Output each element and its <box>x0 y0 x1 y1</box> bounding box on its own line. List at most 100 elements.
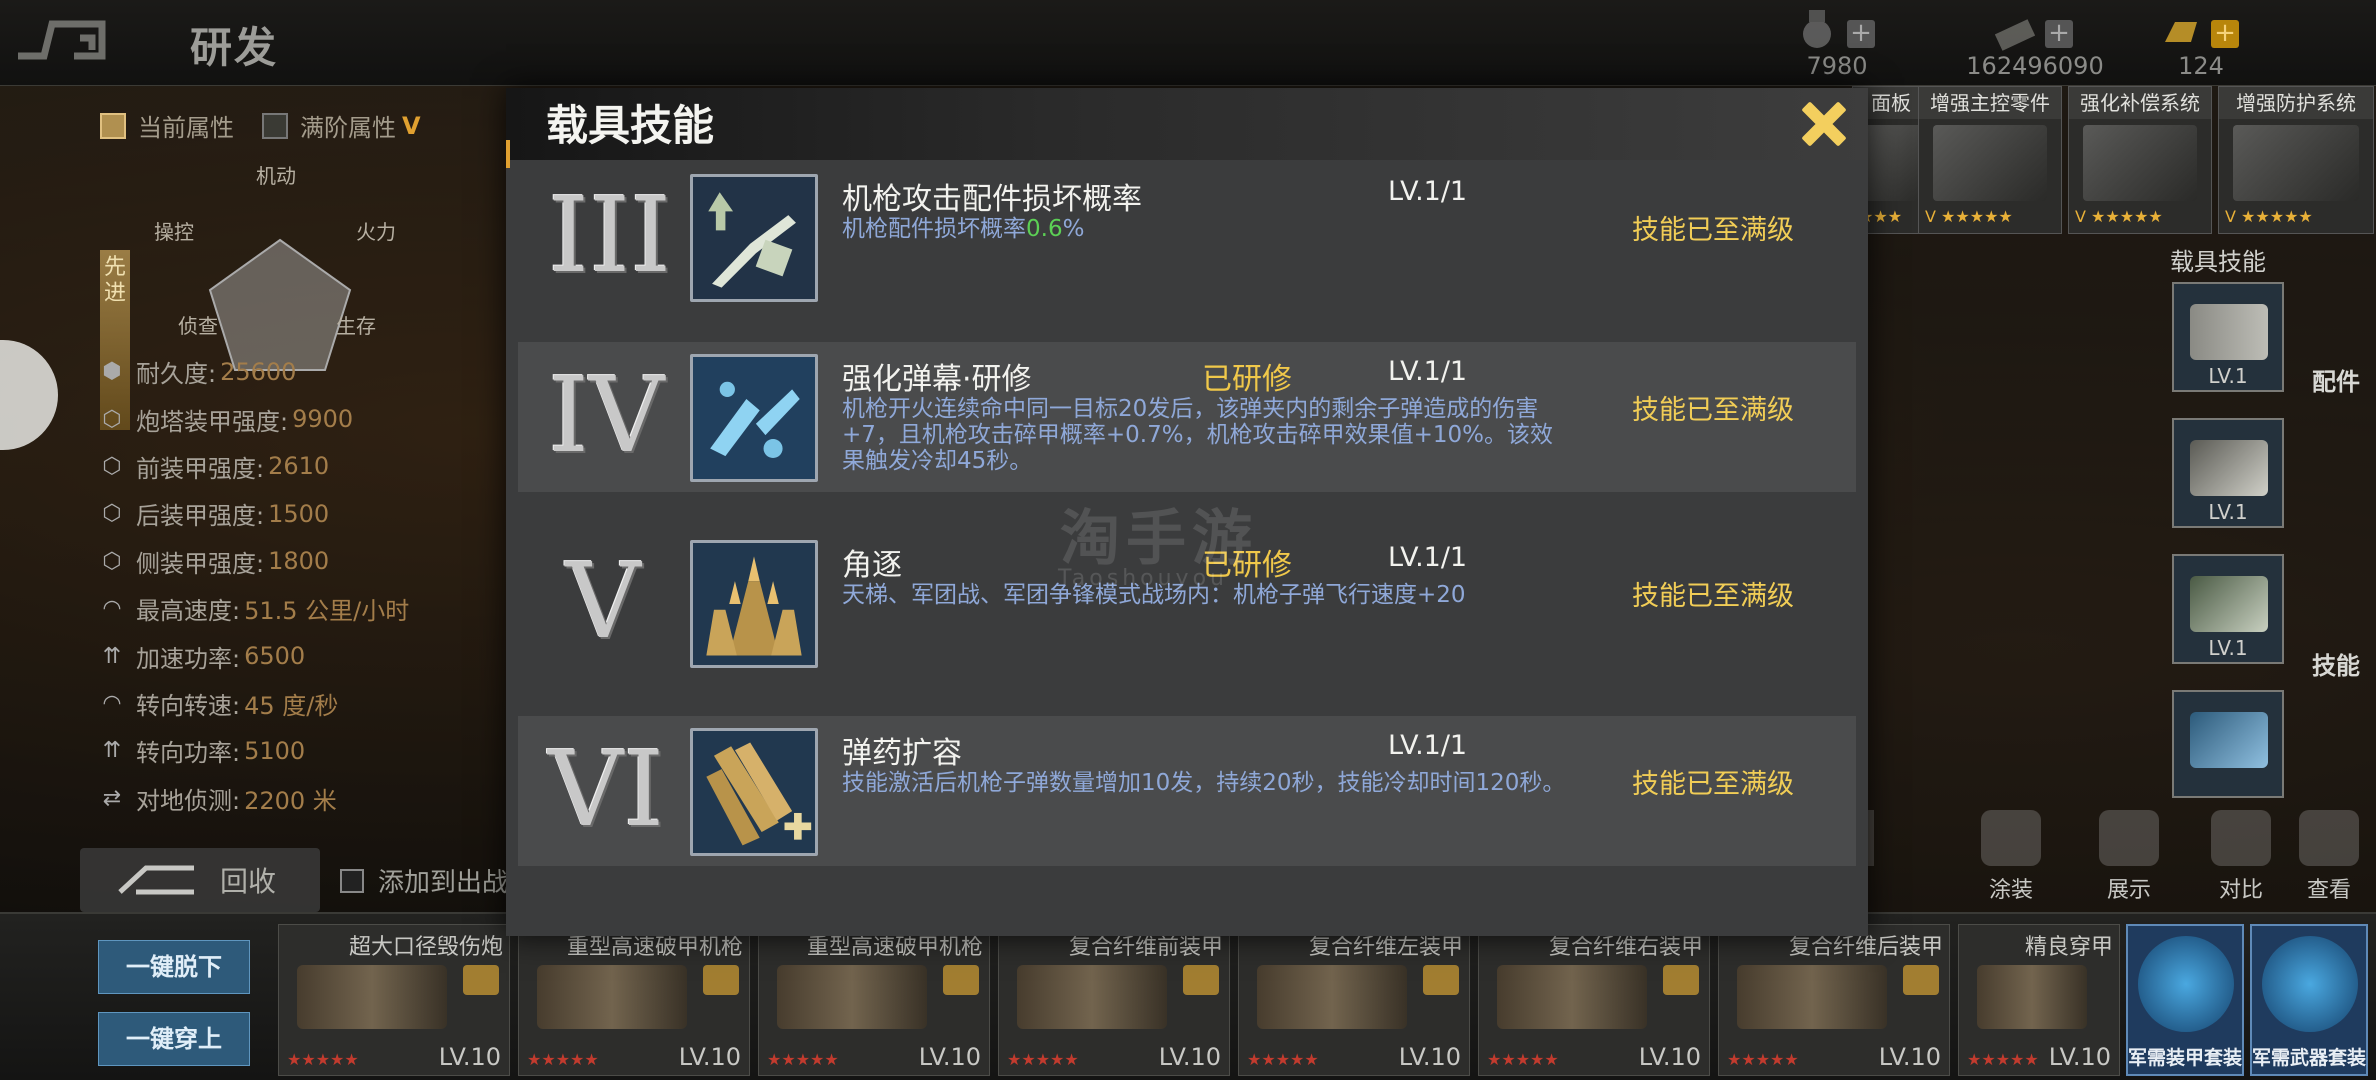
speedometer-icon: ◠ <box>102 690 122 716</box>
add-medals-button[interactable]: + <box>1847 20 1875 48</box>
camera-icon <box>2299 810 2359 866</box>
stat-label: 后装甲强度: <box>136 502 265 531</box>
part-image <box>1859 125 1923 201</box>
paint-icon <box>1981 810 2041 866</box>
showcase-button[interactable]: 展示 <box>2084 810 2174 904</box>
part-card[interactable]: 增强主控零件 V ★★★★★ <box>1918 86 2062 234</box>
machine-gun-upgrade-icon[interactable] <box>690 174 818 302</box>
skill-row: IV 强化弹幕·研修 已研修 LV.1/1 机枪开火连续命中同一目标20发后，该… <box>518 342 1856 492</box>
radar-label-scout: 侦查 <box>178 314 218 338</box>
suit-name: 军需装甲套装 <box>2128 1047 2243 1069</box>
resource-gold: + 124 <box>2126 4 2276 82</box>
broken-gun-icon[interactable] <box>690 354 818 482</box>
stat-label: 耐久度: <box>136 360 217 389</box>
equipment-stars: ★★★★★ <box>527 1050 599 1069</box>
equipment-slot[interactable]: 复合纤维左装甲 ★★★★★ LV.10 <box>1238 924 1470 1076</box>
skill-level: LV.1/1 <box>1388 730 1468 761</box>
puzzle-button[interactable] <box>0 340 58 450</box>
part-stars: V ★★★★★ <box>1925 207 2013 226</box>
machine-gun-icon <box>777 965 927 1029</box>
mini-skill-slot[interactable]: LV.1 <box>2172 554 2284 664</box>
suit-emblem-icon <box>2262 936 2358 1032</box>
checkbox-box[interactable] <box>100 112 126 139</box>
radar-label-control: 操控 <box>154 220 194 244</box>
equipment-slot[interactable]: 复合纤维右装甲 ★★★★★ LV.10 <box>1478 924 1710 1076</box>
cash-amount: 162496090 <box>1966 52 2104 80</box>
part-rank: V <box>1925 207 1936 226</box>
stat-value: 51.5 公里/小时 <box>244 597 410 626</box>
part-card[interactable]: 强化补偿系统 V ★★★★★ <box>2068 86 2212 234</box>
recycle-button[interactable]: 回收 <box>80 848 320 912</box>
weapon-suit-slot[interactable]: 军需武器套装 <box>2250 924 2368 1076</box>
add-gold-button[interactable]: + <box>2211 20 2239 48</box>
equipment-badge-icon <box>1903 965 1939 995</box>
acceleration-icon: ⇈ <box>102 643 122 669</box>
skill-description: 机枪开火连续命中同一目标20发后，该弹夹内的剩余子弹造成的伤害+7，且机枪攻击碎… <box>842 396 1554 474</box>
hexagon-icon: ⬡ <box>102 453 122 479</box>
resource-cash: + 162496090 <box>1960 4 2110 82</box>
shield-icon: ⬢ <box>102 359 122 385</box>
tank-explosion-icon <box>2190 440 2268 496</box>
equipment-level: LV.10 <box>438 1043 501 1071</box>
compare-button[interactable]: 对比 <box>2196 810 2286 904</box>
equipment-badge-icon <box>1663 965 1699 995</box>
mini-skill-level: LV.1 <box>2208 636 2248 660</box>
equipment-stars: ★★★★★ <box>1967 1050 2039 1069</box>
mini-skill-slot[interactable]: LV.1 <box>2172 418 2284 528</box>
max-attr-checkbox[interactable]: 满阶属性 V <box>262 108 421 143</box>
equipment-slot[interactable]: 重型高速破甲机枪 ★★★★★ LV.10 <box>518 924 750 1076</box>
stat-max-speed: ◠ 最高速度: 51.5 公里/小时 <box>98 585 518 632</box>
equipment-slot[interactable]: 超大口径毁伤炮 ★★★★★ LV.10 <box>278 924 510 1076</box>
equipment-slot[interactable]: 精良穿甲 ★★★★★ LV.10 <box>1958 924 2120 1076</box>
stat-acceleration: ⇈ 加速功率: 6500 <box>98 632 518 679</box>
stat-value: 1800 <box>268 547 330 576</box>
unequip-all-button[interactable]: 一键脱下 <box>98 940 250 994</box>
bullet-speed-icon[interactable] <box>690 540 818 668</box>
skill-row: VI 弹药扩容 LV.1/1 技能激活后机枪子弹数量增加10发，持续20秒，技能… <box>518 716 1856 866</box>
equipment-stars: ★★★★★ <box>1007 1050 1079 1069</box>
paint-button[interactable]: 涂装 <box>1966 810 2056 904</box>
view-button[interactable]: 查看 <box>2284 810 2374 904</box>
stat-value: 2610 <box>268 452 330 481</box>
acceleration-icon: ⇈ <box>102 738 122 764</box>
armor-suit-slot[interactable]: 军需装甲套装 <box>2126 924 2244 1076</box>
add-to-battle-checkbox[interactable]: 添加到出战 <box>340 862 508 899</box>
part-stars: V ★★★★★ <box>2075 207 2163 226</box>
equipment-slot[interactable]: 复合纤维后装甲 ★★★★★ LV.10 <box>1718 924 1950 1076</box>
current-attr-checkbox[interactable]: 当前属性 <box>100 108 234 143</box>
add-cash-button[interactable]: + <box>2045 20 2073 48</box>
machine-gun-icon <box>537 965 687 1029</box>
tab-parts[interactable]: 配件 <box>2312 362 2360 397</box>
ammo-expand-icon[interactable] <box>690 728 818 856</box>
equipment-level: LV.10 <box>678 1043 741 1071</box>
equipment-stars: ★★★★★ <box>767 1050 839 1069</box>
machine-gun-upgrade-icon <box>2190 576 2268 632</box>
mini-skill-slot[interactable] <box>2172 690 2284 798</box>
stat-label: 转向功率: <box>136 739 241 768</box>
equip-all-button[interactable]: 一键穿上 <box>98 1012 250 1066</box>
back-arrow-icon[interactable] <box>14 16 108 64</box>
equipment-slot[interactable]: 复合纤维前装甲 ★★★★★ LV.10 <box>998 924 1230 1076</box>
stat-value: 6500 <box>244 642 306 671</box>
part-rank: V <box>2075 207 2086 226</box>
equipment-level: LV.10 <box>1878 1043 1941 1071</box>
mini-skill-slot[interactable]: LV.1 <box>2172 282 2284 392</box>
checkbox-box[interactable] <box>262 112 288 139</box>
stat-label: 加速功率: <box>136 644 241 673</box>
equipment-slot[interactable]: 重型高速破甲机枪 ★★★★★ LV.10 <box>758 924 990 1076</box>
part-rank: V <box>2225 207 2236 226</box>
stat-label: 前装甲强度: <box>136 454 265 483</box>
stat-ground-detect: ⇄ 对地侦测: 2200 米 <box>98 775 518 822</box>
equipment-badge-icon <box>943 965 979 995</box>
skill-tier-numeral: VI <box>548 728 665 850</box>
stat-turn-power: ⇈ 转向功率: 5100 <box>98 727 518 774</box>
checkbox-box[interactable] <box>340 868 364 893</box>
action-label: 查看 <box>2306 878 2351 903</box>
close-icon[interactable] <box>1796 96 1852 152</box>
part-card[interactable]: 增强防护系统 V ★★★★★ <box>2218 86 2374 234</box>
stat-value: 1500 <box>268 499 330 528</box>
skill-name: 强化弹幕·研修 <box>842 362 1032 397</box>
stat-turn-speed: ◠ 转向转速: 45 度/秒 <box>98 680 518 727</box>
tab-skills[interactable]: 技能 <box>2312 646 2360 681</box>
equipment-level: LV.10 <box>1398 1043 1461 1071</box>
